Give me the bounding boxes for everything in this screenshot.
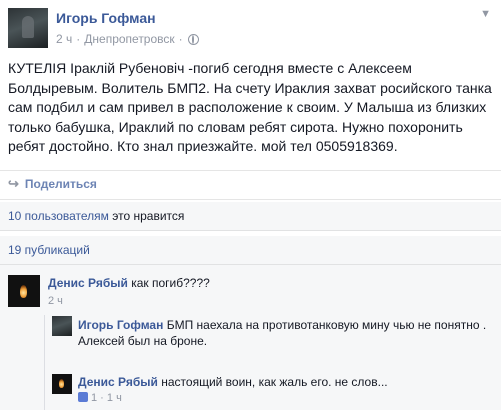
post-actions: ↪ Поделиться <box>0 170 501 200</box>
candle-flame-icon <box>59 379 64 388</box>
reply-like-count[interactable]: 1 <box>91 392 97 404</box>
reply-author[interactable]: Игорь Гофман <box>78 318 163 332</box>
globe-icon <box>187 33 199 45</box>
comment: Денис Рябый как погиб???? <box>48 276 210 290</box>
post-author[interactable]: Игорь Гофман <box>56 10 156 26</box>
share-button[interactable]: ↪ Поделиться <box>8 176 97 192</box>
share-icon: ↪ <box>8 176 19 191</box>
meta-separator: · <box>76 32 81 46</box>
chevron-down-icon[interactable]: ▼ <box>480 8 491 20</box>
post-body: КУТЕЛІЯ Іраклій Рубеновіч -погиб сегодня… <box>8 60 492 154</box>
candle-flame-icon <box>20 285 27 298</box>
comment-text: как погиб???? <box>131 276 210 290</box>
post-meta: 2 ч · Днепропетровск · <box>56 32 199 46</box>
reply-meta: 1 · 1 ч <box>78 392 122 404</box>
comment-time[interactable]: 2 ч <box>48 295 63 307</box>
reply: Игорь Гофман БМП наехала на противотанко… <box>78 317 488 349</box>
reply-author[interactable]: Денис Рябый <box>78 375 158 389</box>
reply-avatar[interactable] <box>52 316 72 336</box>
likes-summary: 10 пользователям это нравится <box>0 202 501 231</box>
like-icon <box>78 392 88 402</box>
comment-author[interactable]: Денис Рябый <box>48 276 128 290</box>
reply-time[interactable]: 1 ч <box>107 392 122 404</box>
reply-text: настоящий воин, как жаль его. не слов... <box>161 375 388 389</box>
likes-suffix: это нравится <box>108 209 185 223</box>
commenter-avatar[interactable] <box>8 275 40 307</box>
post-header: Игорь Гофман 2 ч · Днепропетровск · ▼ <box>0 0 501 52</box>
post-time[interactable]: 2 ч <box>56 32 72 46</box>
reply-avatar[interactable] <box>52 374 72 394</box>
shares-summary: 19 публикаций <box>0 236 501 265</box>
shares-count-link[interactable]: 19 публикаций <box>8 243 90 257</box>
reply: Денис Рябый настоящий воин, как жаль его… <box>78 375 388 389</box>
likes-count-link[interactable]: 10 пользователям <box>8 209 109 223</box>
author-avatar[interactable] <box>8 8 48 48</box>
post-location[interactable]: Днепропетровск <box>84 32 174 46</box>
meta-separator-2: · <box>178 32 183 46</box>
share-label: Поделиться <box>24 177 97 191</box>
